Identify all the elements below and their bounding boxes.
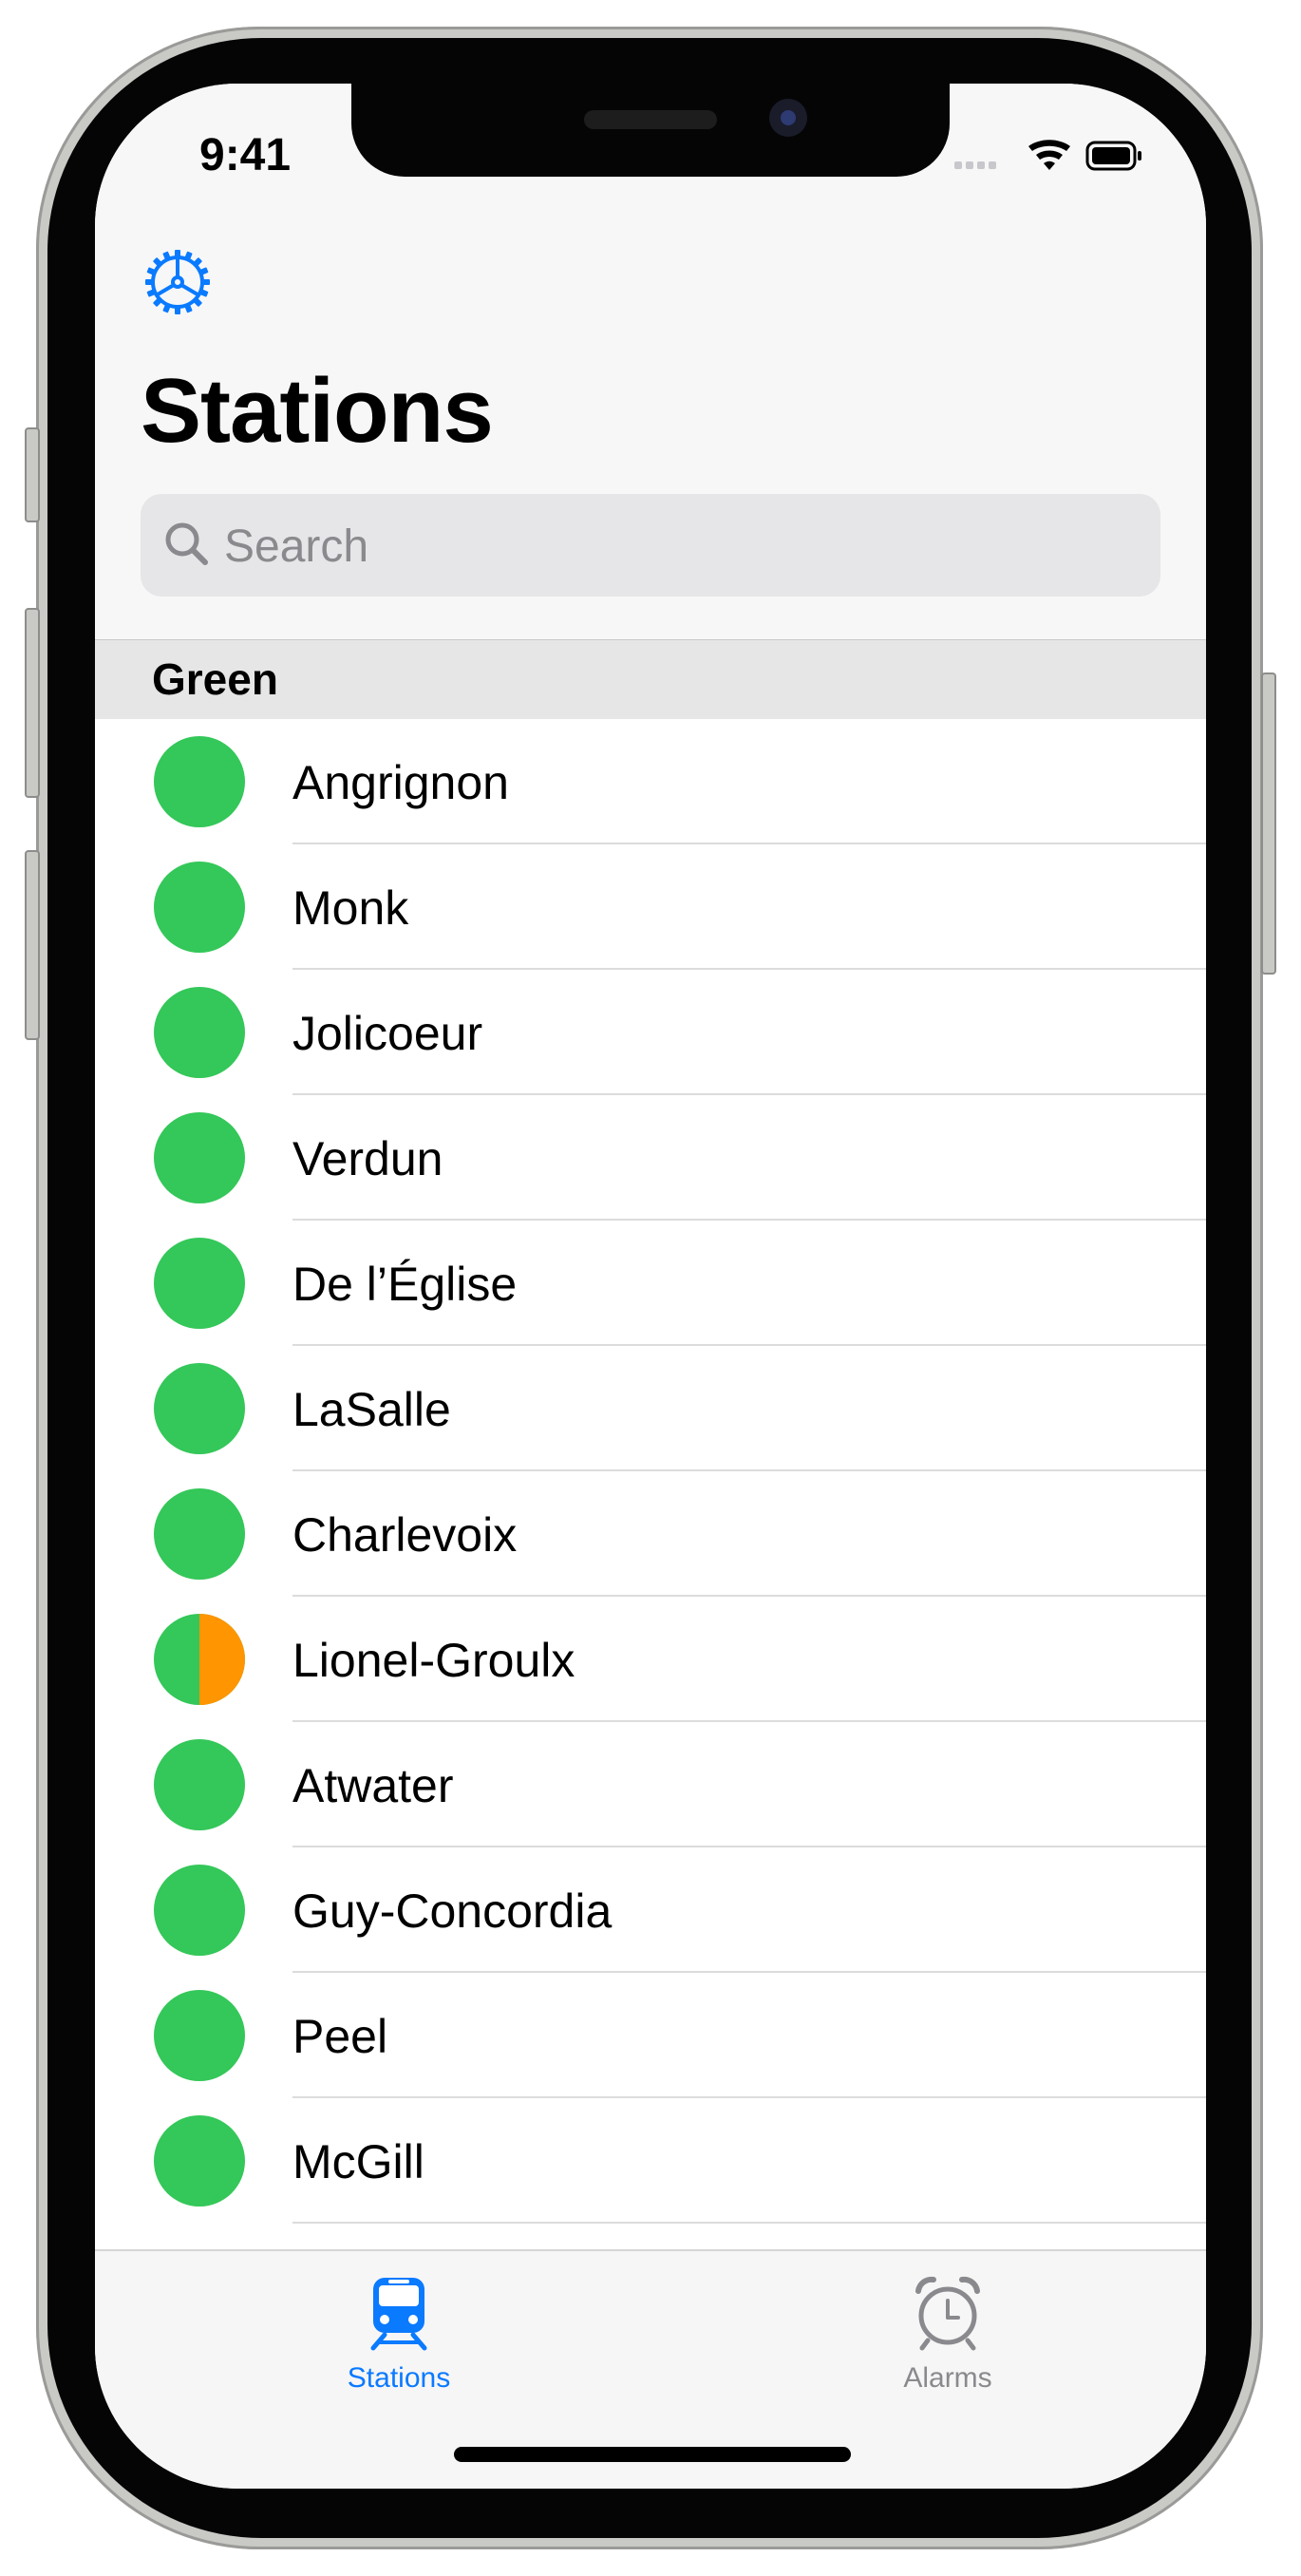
line-indicator-icon (154, 2115, 245, 2207)
settings-button[interactable] (142, 247, 213, 317)
page-title: Stations (141, 360, 494, 462)
station-row[interactable]: Monk (95, 844, 1206, 970)
train-icon (370, 2278, 427, 2351)
section-label: Green (152, 654, 278, 704)
tab-stations[interactable]: Stations (285, 2274, 513, 2416)
transfer-line-indicator (199, 1614, 245, 1705)
line-indicator-icon (154, 987, 245, 1078)
line-indicator-icon (154, 1739, 245, 1830)
station-row[interactable]: McGill (95, 2098, 1206, 2224)
tab-label-stations: Stations (347, 2362, 451, 2394)
cellular-signal-icon (954, 161, 996, 169)
front-camera (769, 99, 807, 137)
alarm-clock-icon (915, 2276, 980, 2351)
station-name: Guy-Concordia (292, 1885, 613, 1938)
line-indicator-icon (154, 1112, 245, 1203)
volume-down-button (25, 850, 40, 1040)
earpiece-speaker (584, 110, 717, 129)
station-row[interactable]: LaSalle (95, 1346, 1206, 1471)
battery-icon (1085, 141, 1141, 171)
screen: 9:41 Stations Search Green Angrignon Mon… (95, 84, 1206, 2489)
line-indicator-icon (154, 1614, 245, 1705)
volume-up-button (25, 608, 40, 798)
station-row[interactable]: De l’Église (95, 1221, 1206, 1346)
gear-icon (145, 250, 210, 314)
home-indicator (454, 2447, 851, 2462)
station-row[interactable]: Lionel-Groulx (95, 1597, 1206, 1722)
station-row[interactable]: Peel (95, 1973, 1206, 2098)
tab-alarms[interactable]: Alarms (834, 2274, 1062, 2416)
silent-switch (25, 427, 40, 522)
status-icons (954, 139, 1144, 185)
station-name: De l’Église (292, 1258, 518, 1311)
station-name: Charlevoix (292, 1508, 518, 1562)
station-name: Jolicoeur (292, 1007, 483, 1060)
section-header: Green (95, 639, 1206, 720)
search-icon (165, 522, 208, 565)
notch (351, 84, 950, 177)
line-indicator-icon (154, 736, 245, 827)
line-indicator-icon (154, 1990, 245, 2081)
station-name: Monk (292, 881, 409, 935)
line-indicator-icon (154, 1865, 245, 1956)
status-time: 9:41 (199, 130, 292, 180)
station-name: Lionel-Groulx (292, 1634, 575, 1687)
wifi-icon (1028, 140, 1070, 170)
station-name: Angrignon (292, 756, 509, 809)
station-name: LaSalle (292, 1383, 451, 1436)
line-indicator-icon (154, 1363, 245, 1454)
station-row[interactable]: Angrignon (95, 719, 1206, 844)
line-indicator-icon (154, 862, 245, 953)
station-name: McGill (292, 2135, 424, 2188)
power-button (1261, 672, 1276, 975)
station-row[interactable]: Atwater (95, 1722, 1206, 1847)
station-name: Atwater (292, 1759, 454, 1812)
station-row[interactable]: Guy-Concordia (95, 1847, 1206, 1973)
tab-label-alarms: Alarms (903, 2362, 992, 2394)
station-row[interactable]: Jolicoeur (95, 970, 1206, 1095)
line-indicator-icon (154, 1238, 245, 1329)
row-separator (292, 2222, 1206, 2224)
station-name: Verdun (292, 1132, 443, 1185)
station-name: Peel (292, 2010, 388, 2063)
line-indicator-icon (154, 1488, 245, 1580)
station-row[interactable]: Charlevoix (95, 1471, 1206, 1597)
station-list: Angrignon Monk Jolicoeur Verdun De l’Église L… (95, 719, 1206, 2224)
search-bar[interactable] (141, 494, 1160, 598)
station-row[interactable]: Verdun (95, 1095, 1206, 1221)
search-input[interactable] (222, 494, 1138, 598)
